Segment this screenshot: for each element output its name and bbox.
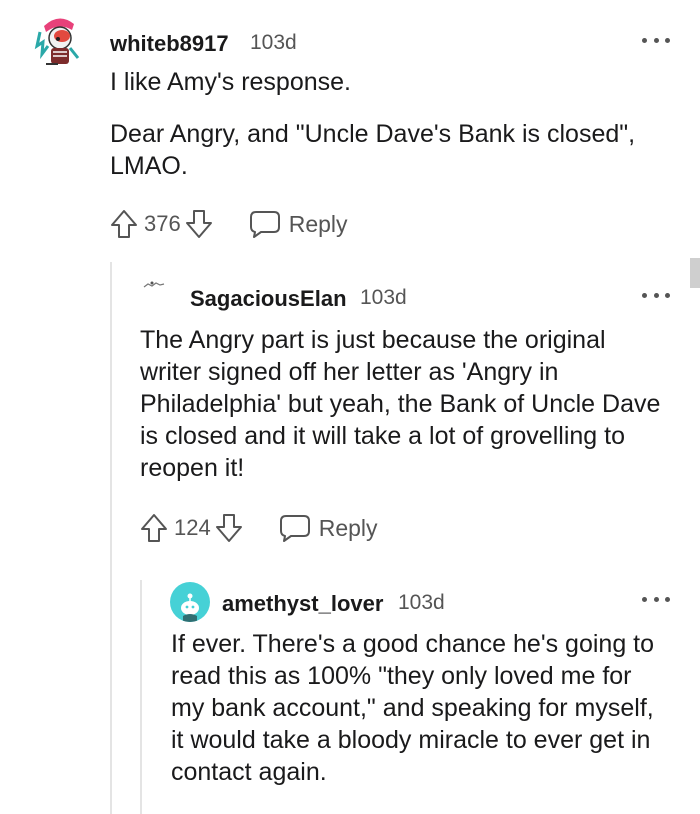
vote-score: 376 [144,211,181,236]
reply-label: Reply [318,514,378,541]
comment-paragraph: If ever. There's a good chance he's goin… [171,630,655,786]
reply-button[interactable]: Reply [279,513,378,543]
comment-body: I like Amy's response. Dear Angry, and "… [110,66,680,182]
comment-paragraph: I like Amy's response. [110,68,351,96]
comment-timestamp: 103d [250,31,297,54]
comment-paragraph: The Angry part is just because the origi… [140,326,661,482]
comment-username[interactable]: amethyst_lover [222,591,383,617]
upvote-icon[interactable] [110,209,138,239]
default-snoo-teal-avatar-icon[interactable] [170,582,210,622]
small-sketch-avatar-icon[interactable] [142,278,166,290]
comment-body: If ever. There's a good chance he's goin… [171,628,671,788]
more-options-icon[interactable] [642,30,670,50]
speech-bubble-icon [249,209,281,239]
comment-username[interactable]: whiteb8917 [110,31,229,57]
comment-actions: 376 Reply [110,204,348,244]
comment-amethyst-lover: amethyst_lover 103d If ever. There's a g… [0,580,700,814]
snoo-avatar-pirate-icon[interactable] [34,12,84,70]
comment-username[interactable]: SagaciousElan [190,286,347,312]
reply-button[interactable]: Reply [249,209,348,239]
downvote-icon[interactable] [215,513,243,543]
more-options-icon[interactable] [642,285,670,305]
more-options-icon[interactable] [642,589,670,609]
comment-body: The Angry part is just because the origi… [140,324,670,484]
comment-actions: 124 Reply [140,508,378,548]
comment-timestamp: 103d [398,591,445,614]
comment-timestamp: 103d [360,286,407,309]
reply-label: Reply [288,210,348,237]
downvote-icon[interactable] [185,209,213,239]
scrollbar-thumb[interactable] [690,258,700,288]
speech-bubble-icon [279,513,311,543]
vote-score: 124 [174,515,211,540]
comment-sagaciouselan: SagaciousElan 103d The Angry part is jus… [0,262,700,580]
comment-paragraph: Dear Angry, and "Uncle Dave's Bank is cl… [110,120,636,180]
upvote-icon[interactable] [140,513,168,543]
comment-whiteb8917: whiteb8917 103d I like Amy's response. D… [0,0,700,260]
